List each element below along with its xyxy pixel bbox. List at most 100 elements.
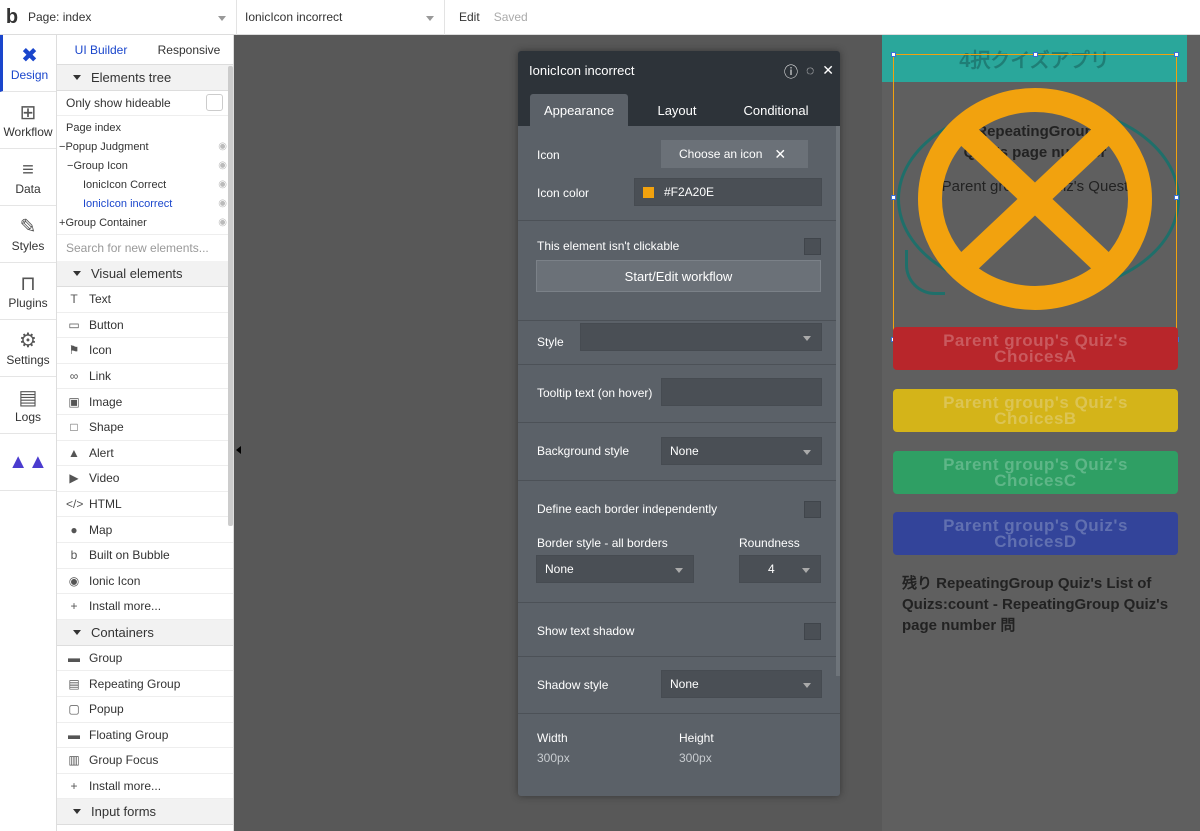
not-clickable-checkbox[interactable] xyxy=(804,238,821,255)
elements-tree-header[interactable]: Elements tree xyxy=(57,65,233,91)
bubble-mountain-icon: ▲▲ xyxy=(8,451,48,473)
chevron-down-icon xyxy=(426,15,434,21)
tree-item[interactable]: − Group Icon ◉ xyxy=(57,156,233,175)
editor-header-icons: ⓘ ◌ ✕ xyxy=(784,62,834,82)
background-style-dropdown[interactable]: None xyxy=(661,437,822,465)
resize-handle[interactable] xyxy=(891,195,896,200)
edit-menu[interactable]: Edit xyxy=(459,10,480,24)
tab-appearance[interactable]: Appearance xyxy=(530,94,628,126)
bubble-logo-icon[interactable]: b xyxy=(0,0,24,35)
tab-conditional[interactable]: Conditional xyxy=(726,94,826,126)
width-value[interactable]: 300px xyxy=(537,751,570,765)
input-forms-header[interactable]: Input forms xyxy=(57,799,233,826)
height-value[interactable]: 300px xyxy=(679,751,712,765)
border-style-dropdown[interactable]: None xyxy=(536,555,694,583)
tab-ui-builder[interactable]: UI Builder xyxy=(57,35,145,64)
nav-data[interactable]: ≡ Data xyxy=(0,149,56,206)
choice-button[interactable]: Parent group's Quiz's ChoicesB xyxy=(893,389,1178,432)
choice-button[interactable]: Parent group's Quiz's ChoicesA xyxy=(893,327,1178,370)
roundness-dropdown[interactable]: 4 xyxy=(739,555,821,583)
palette-item[interactable]: ▲ Alert xyxy=(57,441,233,467)
palette-item[interactable]: ▶ Video xyxy=(57,466,233,492)
close-icon[interactable]: ✕ xyxy=(822,62,834,82)
choose-icon-button[interactable]: Choose an icon ✕ xyxy=(661,140,808,168)
border-style-value: None xyxy=(545,562,574,576)
element-type-icon: ▤ xyxy=(68,676,80,691)
eye-icon[interactable]: ◉ xyxy=(218,217,227,228)
element-type-icon: ▢ xyxy=(68,702,80,717)
palette-item-label: Repeating Group xyxy=(89,676,181,691)
info-icon[interactable]: ⓘ xyxy=(784,62,798,82)
tree-item[interactable]: IonicIcon incorrect ◉ xyxy=(57,194,233,213)
palette-item[interactable]: T Text xyxy=(57,287,233,313)
tree-item[interactable]: − Popup Judgment ◉ xyxy=(57,137,233,156)
shadow-style-dropdown[interactable]: None xyxy=(661,670,822,698)
nav-extra[interactable]: ▲▲ xyxy=(0,434,56,491)
clear-icon[interactable]: ✕ xyxy=(774,146,786,163)
style-dropdown[interactable] xyxy=(580,323,822,351)
choice-button[interactable]: Parent group's Quiz's ChoicesD xyxy=(893,512,1178,555)
text-shadow-checkbox[interactable] xyxy=(804,623,821,640)
eye-icon[interactable]: ◉ xyxy=(218,141,227,152)
chevron-down-icon xyxy=(218,15,226,21)
nav-design[interactable]: ✖ Design xyxy=(0,35,56,92)
resize-handle[interactable] xyxy=(891,52,896,57)
tree-item[interactable]: + Group Container ◉ xyxy=(57,213,233,232)
nav-logs-label: Logs xyxy=(14,410,42,424)
palette-scrollbar[interactable] xyxy=(228,66,233,526)
icon-color-label: Icon color xyxy=(537,186,590,200)
eye-icon[interactable]: ◉ xyxy=(218,198,227,209)
palette-item[interactable]: </> HTML xyxy=(57,492,233,518)
tree-item[interactable]: IonicIcon Correct ◉ xyxy=(57,175,233,194)
palette-item[interactable]: ▬ Floating Group xyxy=(57,723,233,749)
palette-item[interactable]: ▢ Popup xyxy=(57,697,233,723)
nav-logs[interactable]: ▤ Logs xyxy=(0,377,56,434)
palette-item[interactable]: □ Shape xyxy=(57,415,233,441)
height-label: Height xyxy=(679,731,714,745)
comment-icon[interactable]: ◌ xyxy=(806,62,814,82)
nav-workflow[interactable]: ⊞ Workflow xyxy=(0,92,56,149)
resize-handle[interactable] xyxy=(1174,52,1179,57)
element-search-input[interactable]: Search for new elements... xyxy=(57,234,233,261)
choice-button[interactable]: Parent group's Quiz's ChoicesC xyxy=(893,451,1178,494)
containers-header[interactable]: Containers xyxy=(57,619,233,646)
only-show-hideable-checkbox[interactable] xyxy=(206,94,223,111)
nav-settings[interactable]: ⚙ Settings xyxy=(0,320,56,377)
tab-responsive[interactable]: Responsive xyxy=(145,35,233,64)
palette-item[interactable]: ▭ Button xyxy=(57,313,233,339)
tab-layout[interactable]: Layout xyxy=(628,94,726,126)
palette-item[interactable]: + Install more... xyxy=(57,594,233,620)
background-style-section: Background style None xyxy=(518,423,840,481)
palette-item[interactable]: ▣ Image xyxy=(57,389,233,415)
page-selector[interactable]: Page: index xyxy=(24,0,237,35)
eye-icon[interactable]: ◉ xyxy=(218,179,227,190)
border-independent-checkbox[interactable] xyxy=(804,501,821,518)
brush-icon: ✎ xyxy=(19,216,37,238)
palette-item[interactable]: ▤ Repeating Group xyxy=(57,671,233,697)
element-selector[interactable]: IonicIcon incorrect xyxy=(237,0,445,35)
resize-handle[interactable] xyxy=(1033,52,1038,57)
visual-elements-header[interactable]: Visual elements xyxy=(57,261,233,287)
containers-list: ▬ Group ▤ Repeating Group ▢ Popup ▬ Floating Gr… xyxy=(57,646,233,800)
palette-item[interactable]: + Install more... xyxy=(57,774,233,800)
palette-item[interactable]: ▥ Group Focus xyxy=(57,748,233,774)
icon-color-picker[interactable]: #F2A20E xyxy=(634,178,822,206)
nav-styles[interactable]: ✎ Styles xyxy=(0,206,56,263)
palette-item[interactable]: ▬ Group xyxy=(57,646,233,672)
palette-item[interactable]: ∞ Link xyxy=(57,364,233,390)
editor-scrollbar[interactable] xyxy=(836,126,840,676)
eye-icon[interactable]: ◉ xyxy=(218,160,227,171)
resize-handle[interactable] xyxy=(1174,195,1179,200)
tooltip-input[interactable] xyxy=(661,378,822,406)
palette-item[interactable]: ● Map xyxy=(57,517,233,543)
editor-header[interactable]: IonicIcon incorrect ⓘ ◌ ✕ xyxy=(518,51,840,89)
palette-item[interactable]: ◉ Ionic Icon xyxy=(57,569,233,595)
start-edit-workflow-button[interactable]: Start/Edit workflow xyxy=(536,260,821,292)
palette-item[interactable]: ⚑ Icon xyxy=(57,338,233,364)
tree-item[interactable]: Page index xyxy=(57,118,233,137)
text-shadow-section: Show text shadow xyxy=(518,603,840,657)
remaining-questions-text[interactable]: 残り RepeatingGroup Quiz's List of Quizs:c… xyxy=(902,573,1192,636)
palette-item[interactable]: b Built on Bubble xyxy=(57,543,233,569)
collapse-panel-icon[interactable] xyxy=(236,446,241,454)
nav-plugins[interactable]: ⊓ Plugins xyxy=(0,263,56,320)
